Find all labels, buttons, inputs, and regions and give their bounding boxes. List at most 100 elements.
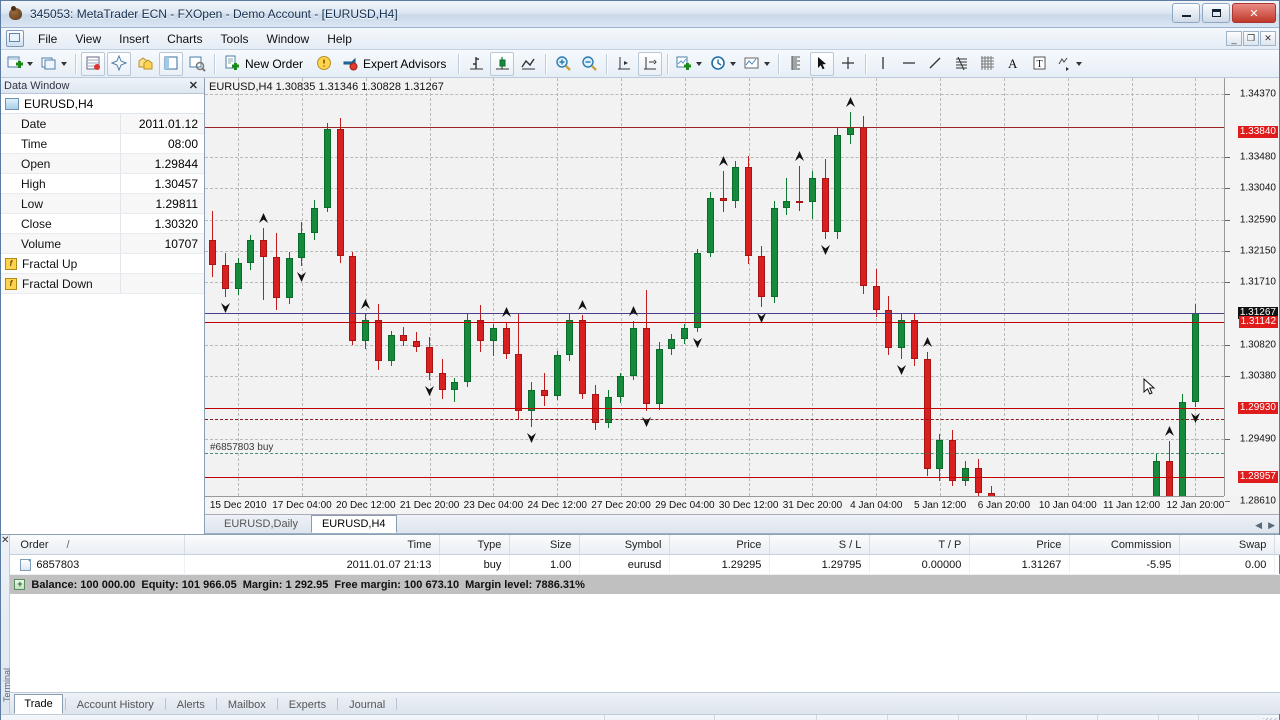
menu-item-insert[interactable]: Insert xyxy=(110,29,158,49)
chart-plot[interactable]: #6857803 buy xyxy=(205,78,1224,496)
terminal-button[interactable] xyxy=(159,51,183,76)
column-header-s-l[interactable]: S / L xyxy=(770,535,871,554)
terminal-tab-trade[interactable]: Trade xyxy=(14,694,63,714)
column-header-commission[interactable]: Commission xyxy=(1070,535,1181,554)
terminal-tab-mailbox[interactable]: Mailbox xyxy=(219,696,275,714)
stop-level-line[interactable] xyxy=(205,407,1224,409)
indicators-button[interactable] xyxy=(673,52,705,76)
table-row[interactable]: 6857803 2011.01.07 21:13 buy 1.00 eurusd 1.29… xyxy=(10,555,1280,575)
chart-gridline-horizontal xyxy=(205,438,1224,440)
column-header-price[interactable]: Price xyxy=(670,535,771,554)
text-label-button[interactable]: A xyxy=(1001,52,1025,76)
price-axis[interactable]: 1.34370 1.33480 1.33040 1.32590 1.32150 1.317… xyxy=(1224,78,1279,507)
candle-body xyxy=(451,381,459,391)
text-button[interactable]: T xyxy=(1027,52,1051,76)
chevron-down-icon[interactable] xyxy=(61,61,67,66)
column-header-price[interactable]: Price xyxy=(970,535,1071,554)
data-window-row-label: Time xyxy=(21,136,48,151)
zoom-out-button[interactable] xyxy=(577,52,601,76)
terminal-tab-journal[interactable]: Journal xyxy=(340,696,394,714)
ask-line[interactable] xyxy=(205,322,1224,324)
mdi-close-button[interactable]: ✕ xyxy=(1260,31,1276,46)
status-profile[interactable]: Default xyxy=(605,715,715,720)
order-open-line[interactable] xyxy=(205,452,1224,454)
chart-tab-eurusd-daily[interactable]: EURUSD,Daily xyxy=(213,515,309,533)
bid-line[interactable] xyxy=(205,313,1224,315)
scroll-right-icon[interactable]: ▶ xyxy=(1268,520,1275,531)
maximize-button[interactable] xyxy=(1202,3,1230,23)
terminal-close-button[interactable]: ✕ xyxy=(1,535,9,547)
column-header-t-p[interactable]: T / P xyxy=(870,535,971,554)
terminal-tab-alerts[interactable]: Alerts xyxy=(168,696,214,714)
chevron-down-icon[interactable] xyxy=(696,61,703,66)
terminal-tab-account-history[interactable]: Account History xyxy=(68,696,163,714)
time-axis[interactable]: 15 Dec 2010 17 Dec 04:00 20 Dec 12:00 21 De… xyxy=(205,496,1224,514)
menu-item-file[interactable]: File xyxy=(29,29,66,49)
column-header-size[interactable]: Size xyxy=(510,535,581,554)
stop-loss-line[interactable] xyxy=(205,418,1224,420)
chevron-down-icon[interactable] xyxy=(764,61,771,66)
strategy-tester-button[interactable] xyxy=(185,52,209,76)
chevron-down-icon[interactable] xyxy=(730,61,737,66)
zoom-in-button[interactable] xyxy=(551,52,575,76)
chart-tab-eurusd-h4[interactable]: EURUSD,H4 xyxy=(310,515,397,533)
price-chart[interactable]: EURUSD,H4 1.30835 1.31346 1.30828 1.3126… xyxy=(205,78,1279,515)
timeframes-button[interactable] xyxy=(707,52,739,76)
chevron-down-icon[interactable] xyxy=(27,61,33,66)
close-button[interactable]: ✕ xyxy=(1232,3,1276,23)
scroll-left-icon[interactable]: ◀ xyxy=(1255,520,1262,531)
column-header-profit[interactable]: Profit xyxy=(1275,535,1280,554)
column-header-swap[interactable]: Swap xyxy=(1180,535,1276,554)
chart-tab-scroll[interactable]: ◀ ▶ xyxy=(1255,520,1275,531)
column-header-time[interactable]: Time xyxy=(185,535,441,554)
expand-icon[interactable]: + xyxy=(14,579,26,590)
new-order-button[interactable]: New Order xyxy=(220,52,310,76)
vertical-line-icon xyxy=(875,55,892,72)
connection-status-icon[interactable] xyxy=(1159,715,1199,720)
templates-button[interactable] xyxy=(741,52,773,76)
fibonacci-button[interactable] xyxy=(949,52,973,76)
data-window-close-button[interactable]: ✕ xyxy=(186,79,201,92)
navigator-button[interactable] xyxy=(107,51,131,76)
candlestick-chart-button[interactable] xyxy=(490,51,515,76)
bar-chart-button[interactable] xyxy=(464,52,488,76)
arrows-button[interactable] xyxy=(1053,52,1085,76)
mdi-restore-button[interactable]: ❐ xyxy=(1243,31,1259,46)
profiles-button[interactable] xyxy=(38,52,70,76)
column-header-label: Type xyxy=(477,538,502,551)
take-profit-line[interactable] xyxy=(205,476,1224,478)
chart-shift-button[interactable] xyxy=(638,51,663,76)
chevron-down-icon[interactable] xyxy=(1076,61,1083,66)
data-window-row-key: High xyxy=(1,174,121,193)
time-tick-label: 31 Dec 20:00 xyxy=(782,500,843,511)
crosshair-button[interactable] xyxy=(836,52,860,76)
menu-item-help[interactable]: Help xyxy=(318,29,361,49)
cursor-button[interactable] xyxy=(810,51,835,76)
alert-button[interactable] xyxy=(312,52,336,76)
column-header-order[interactable]: Order / xyxy=(10,535,186,554)
trendline-button[interactable] xyxy=(923,52,947,76)
column-header-type[interactable]: Type xyxy=(440,535,511,554)
menu-item-window[interactable]: Window xyxy=(258,29,319,49)
fractal-down-marker xyxy=(691,336,704,349)
cell-tp: 0.00000 xyxy=(870,555,971,574)
new-chart-button[interactable] xyxy=(4,52,36,76)
auto-scroll-button[interactable] xyxy=(612,52,636,76)
terminal-tab-experts[interactable]: Experts xyxy=(280,696,335,714)
menu-item-tools[interactable]: Tools xyxy=(212,29,258,49)
equidistant-channel-button[interactable] xyxy=(975,52,999,76)
resistance-line[interactable] xyxy=(205,127,1224,129)
vertical-line-button[interactable] xyxy=(871,52,895,76)
market-watch-button[interactable] xyxy=(81,51,105,76)
toolbar-separator xyxy=(778,53,780,74)
mdi-minimize-button[interactable]: _ xyxy=(1226,31,1242,46)
minimize-button[interactable] xyxy=(1172,3,1200,23)
column-header-symbol[interactable]: Symbol xyxy=(580,535,671,554)
data-window-title: Data Window xyxy=(4,79,70,92)
data-window-button[interactable] xyxy=(133,52,157,76)
menu-item-charts[interactable]: Charts xyxy=(158,29,211,49)
expert-advisors-button[interactable]: Expert Advisors xyxy=(338,52,453,76)
menu-item-view[interactable]: View xyxy=(66,29,110,49)
horizontal-line-button[interactable] xyxy=(897,52,921,76)
line-chart-button[interactable] xyxy=(516,52,540,76)
